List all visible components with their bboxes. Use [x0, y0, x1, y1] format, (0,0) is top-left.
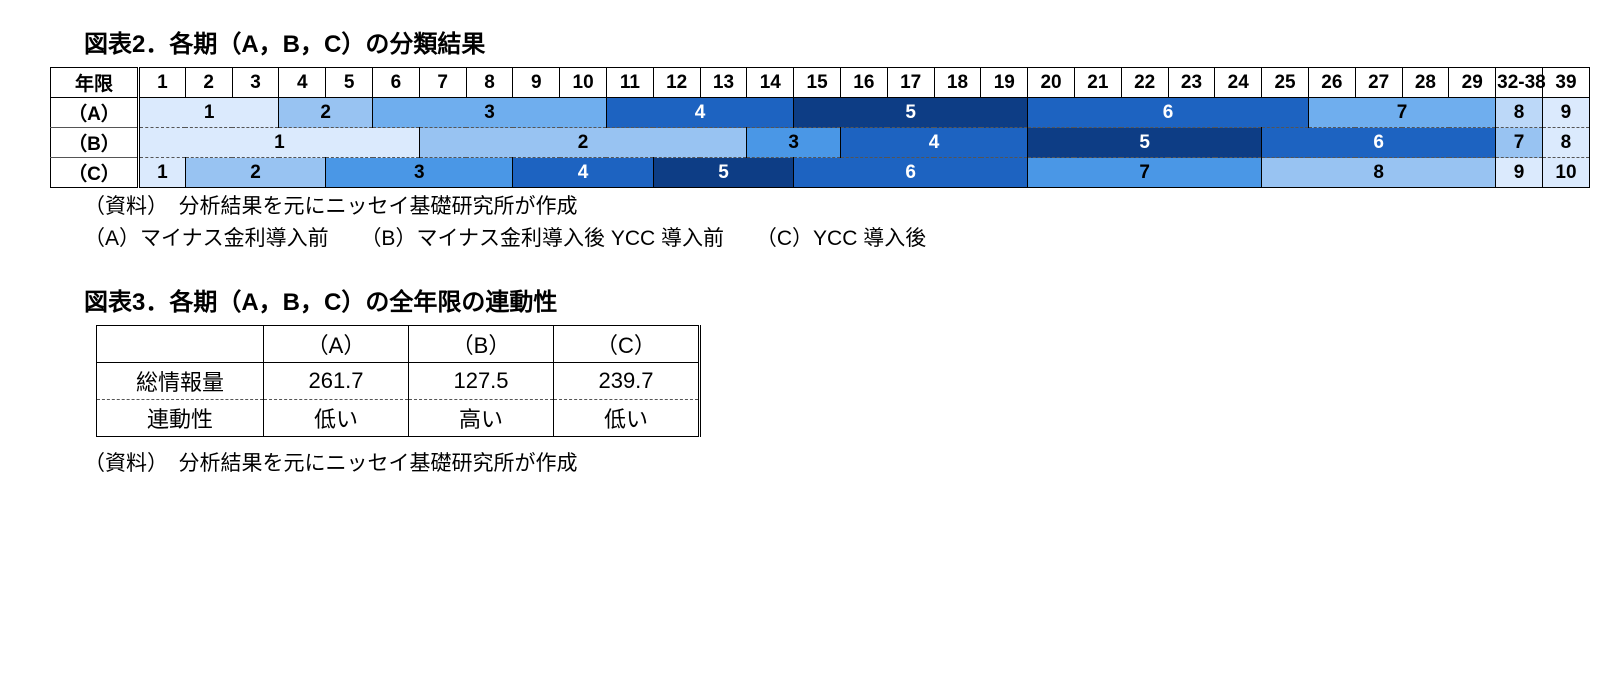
fig2-b-g4: 4	[840, 128, 1027, 158]
fig2-c-g8: 8	[1262, 158, 1496, 188]
fig2-col-29: 29	[1449, 68, 1496, 98]
fig2-b-g8: 8	[1542, 128, 1589, 158]
fig2-c-g10: 10	[1542, 158, 1589, 188]
fig2-col-28: 28	[1402, 68, 1449, 98]
fig2-a-g4: 4	[606, 98, 793, 128]
fig2-legend-a: （A）マイナス金利導入前	[84, 227, 329, 250]
fig2-a-g1: 1	[139, 98, 279, 128]
fig2-hdr: 年限	[51, 68, 139, 98]
fig2-b-g3: 3	[747, 128, 841, 158]
fig2-col-11: 11	[606, 68, 653, 98]
fig2-row-c: （C）	[51, 158, 139, 188]
fig2-col-10: 10	[560, 68, 607, 98]
fig2-a-g2: 2	[279, 98, 373, 128]
fig3-col-a: （A）	[264, 326, 409, 363]
fig2-b-g2: 2	[419, 128, 747, 158]
fig2-col-7: 7	[419, 68, 466, 98]
fig3-link-a: 低い	[264, 400, 409, 437]
fig2-col-26: 26	[1308, 68, 1355, 98]
fig2-a-g5: 5	[794, 98, 1028, 128]
fig2-legend: （A）マイナス金利導入前 （B）マイナス金利導入後 YCC 導入前 （C）YCC…	[84, 222, 1570, 252]
fig3-source: （資料） 分析結果を元にニッセイ基礎研究所が作成	[84, 447, 1570, 477]
fig2-col-14: 14	[747, 68, 794, 98]
fig2-a-g9: 9	[1542, 98, 1589, 128]
fig2-col-32-38: 32-38	[1496, 68, 1543, 98]
fig2-col-4: 4	[279, 68, 326, 98]
fig2-b-g1: 1	[139, 128, 420, 158]
fig2-c-g9: 9	[1496, 158, 1543, 188]
fig2-col-15: 15	[794, 68, 841, 98]
fig2-col-21: 21	[1074, 68, 1121, 98]
fig2-row-b: （B）	[51, 128, 139, 158]
fig3-col-b: （B）	[409, 326, 554, 363]
fig2-a-g8: 8	[1496, 98, 1543, 128]
fig2-col-25: 25	[1262, 68, 1309, 98]
fig2-col-18: 18	[934, 68, 981, 98]
fig2-col-27: 27	[1355, 68, 1402, 98]
fig3-row-info: 総情報量 261.7 127.5 239.7	[97, 363, 700, 400]
fig2-col-9: 9	[513, 68, 560, 98]
fig2-row-a: （A）	[51, 98, 139, 128]
fig2-col-22: 22	[1121, 68, 1168, 98]
fig3-info-b: 127.5	[409, 363, 554, 400]
fig3-link-c: 低い	[554, 400, 700, 437]
fig2-b-g7: 7	[1496, 128, 1543, 158]
fig2-b-g5: 5	[1028, 128, 1262, 158]
fig2-col-17: 17	[887, 68, 934, 98]
fig2-col-24: 24	[1215, 68, 1262, 98]
fig3-table: （A） （B） （C） 総情報量 261.7 127.5 239.7 連動性 低…	[96, 325, 701, 437]
fig2-col-3: 3	[232, 68, 279, 98]
fig2-c-g7: 7	[1028, 158, 1262, 188]
fig2-legend-c: （C）YCC 導入後	[756, 227, 926, 250]
fig3-row-link: 連動性 低い 高い 低い	[97, 400, 700, 437]
fig2-legend-b: （B）マイナス金利導入後 YCC 導入前	[360, 227, 724, 250]
fig2-c-g5: 5	[653, 158, 793, 188]
fig2-a-g7: 7	[1308, 98, 1495, 128]
fig2-col-5: 5	[326, 68, 373, 98]
fig2-b-g6: 6	[1262, 128, 1496, 158]
fig3-link-b: 高い	[409, 400, 554, 437]
fig2-title: 図表2．各期（A，B，C）の分類結果	[84, 24, 1570, 59]
fig2-a-g6: 6	[1028, 98, 1309, 128]
fig2-col-1: 1	[139, 68, 186, 98]
fig3-info-label: 総情報量	[97, 363, 264, 400]
fig2-table: 年限12345678910111213141516171819202122232…	[50, 67, 1590, 188]
fig3-info-a: 261.7	[264, 363, 409, 400]
fig2-col-20: 20	[1028, 68, 1075, 98]
fig3-title: 図表3．各期（A，B，C）の全年限の連動性	[84, 282, 1570, 317]
fig2-c-g6: 6	[794, 158, 1028, 188]
fig2-a-g3: 3	[373, 98, 607, 128]
fig3-info-c: 239.7	[554, 363, 700, 400]
fig2-source: （資料） 分析結果を元にニッセイ基礎研究所が作成	[84, 190, 1570, 220]
fig2-col-8: 8	[466, 68, 513, 98]
fig2-col-19: 19	[981, 68, 1028, 98]
fig3-col-c: （C）	[554, 326, 700, 363]
fig2-c-g4: 4	[513, 158, 653, 188]
fig2-col-6: 6	[373, 68, 420, 98]
fig2-c-g3: 3	[326, 158, 513, 188]
fig2-col-12: 12	[653, 68, 700, 98]
fig2-c-g1: 1	[139, 158, 186, 188]
fig2-c-g2: 2	[185, 158, 325, 188]
fig2-col-23: 23	[1168, 68, 1215, 98]
fig2-col-13: 13	[700, 68, 747, 98]
fig2-col-2: 2	[185, 68, 232, 98]
fig2-col-16: 16	[840, 68, 887, 98]
fig3-head-row: （A） （B） （C）	[97, 326, 700, 363]
fig3-link-label: 連動性	[97, 400, 264, 437]
fig2-col-39: 39	[1542, 68, 1589, 98]
